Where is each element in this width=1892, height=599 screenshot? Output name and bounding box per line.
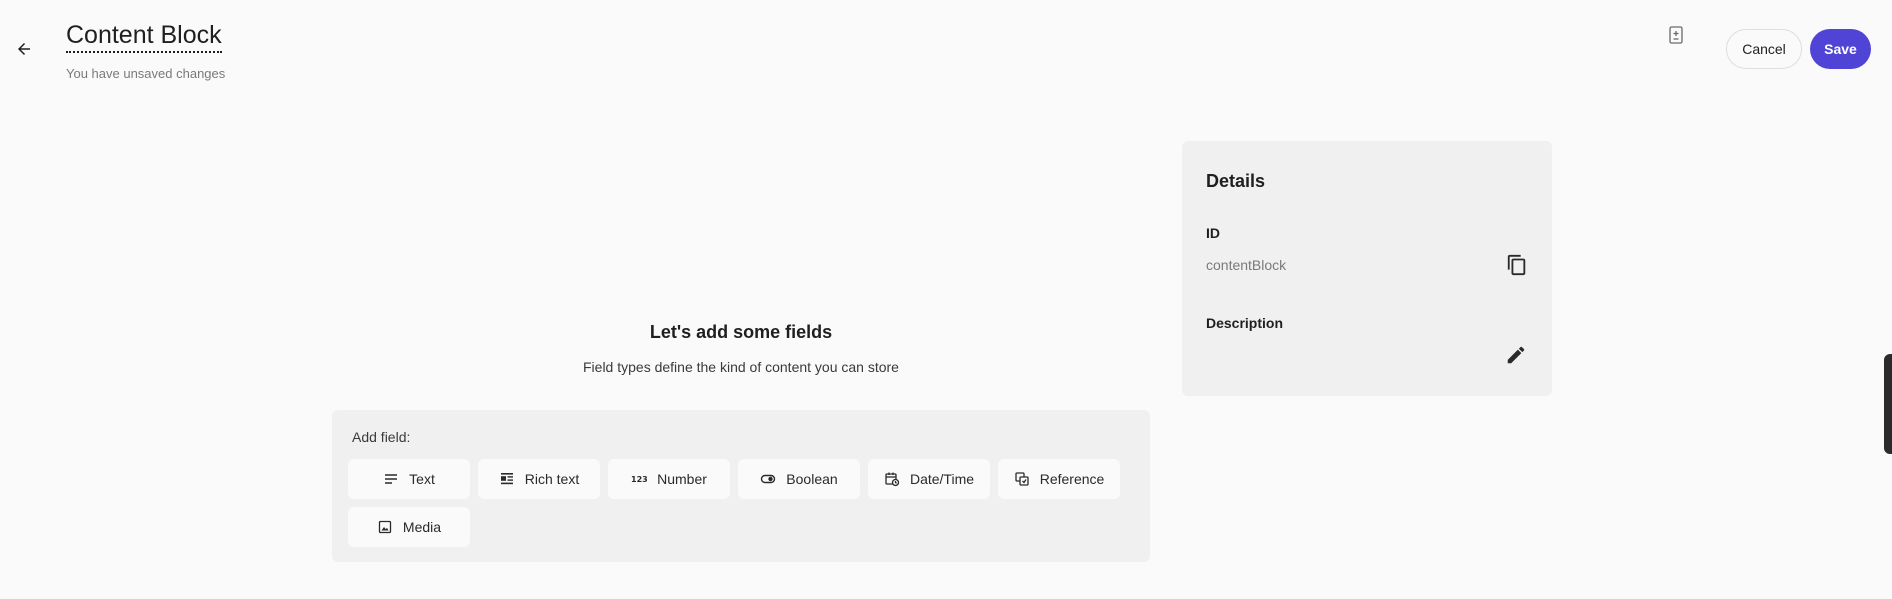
cancel-button[interactable]: Cancel bbox=[1726, 29, 1802, 69]
document-icon[interactable] bbox=[1668, 26, 1684, 44]
add-rich-text-field-button[interactable]: Rich text bbox=[478, 459, 600, 499]
unsaved-changes-status: You have unsaved changes bbox=[66, 66, 226, 81]
page-title[interactable]: Content Block bbox=[66, 20, 222, 53]
field-type-label: Media bbox=[402, 519, 442, 535]
side-feedback-tab[interactable] bbox=[1884, 354, 1892, 454]
save-button[interactable]: Save bbox=[1810, 29, 1871, 69]
add-boolean-field-button[interactable]: Boolean bbox=[738, 459, 860, 499]
field-type-label: Boolean bbox=[786, 471, 838, 487]
copy-icon bbox=[1507, 254, 1526, 276]
field-type-label: Reference bbox=[1039, 471, 1105, 487]
rich-text-icon bbox=[500, 473, 513, 485]
field-type-label: Number bbox=[657, 471, 707, 487]
number-123-icon: 123 bbox=[631, 475, 647, 484]
add-number-field-button[interactable]: 123 Number bbox=[608, 459, 730, 499]
add-text-field-button[interactable]: Text bbox=[348, 459, 470, 499]
empty-state-heading: Let's add some fields bbox=[649, 322, 833, 342]
edit-description-button[interactable] bbox=[1505, 344, 1527, 366]
calendar-clock-icon bbox=[885, 472, 900, 487]
field-type-label: Date/Time bbox=[909, 471, 975, 487]
back-button[interactable] bbox=[12, 37, 36, 61]
id-label: ID bbox=[1206, 225, 1220, 241]
add-reference-field-button[interactable]: Reference bbox=[998, 459, 1120, 499]
id-value: contentBlock bbox=[1206, 257, 1287, 273]
add-media-field-button[interactable]: Media bbox=[348, 507, 470, 547]
toggle-icon bbox=[761, 474, 776, 484]
description-label: Description bbox=[1206, 315, 1284, 331]
copy-id-button[interactable] bbox=[1506, 254, 1528, 276]
svg-text:123: 123 bbox=[631, 475, 647, 484]
details-panel: Details ID contentBlock Description bbox=[1182, 141, 1552, 396]
image-icon bbox=[378, 520, 392, 534]
details-title: Details bbox=[1206, 171, 1266, 191]
add-field-panel: Add field: Text Rich text 123 Number Boo… bbox=[332, 410, 1150, 562]
empty-state-description: Field types define the kind of content y… bbox=[583, 359, 899, 375]
add-datetime-field-button[interactable]: Date/Time bbox=[868, 459, 990, 499]
add-field-label: Add field: bbox=[352, 429, 411, 445]
pencil-icon bbox=[1507, 346, 1525, 364]
field-type-label: Rich text bbox=[524, 471, 580, 487]
arrow-left-icon bbox=[18, 43, 30, 55]
field-type-label: Text bbox=[409, 471, 435, 487]
text-lines-icon bbox=[385, 474, 398, 484]
reference-icon bbox=[1015, 472, 1029, 486]
